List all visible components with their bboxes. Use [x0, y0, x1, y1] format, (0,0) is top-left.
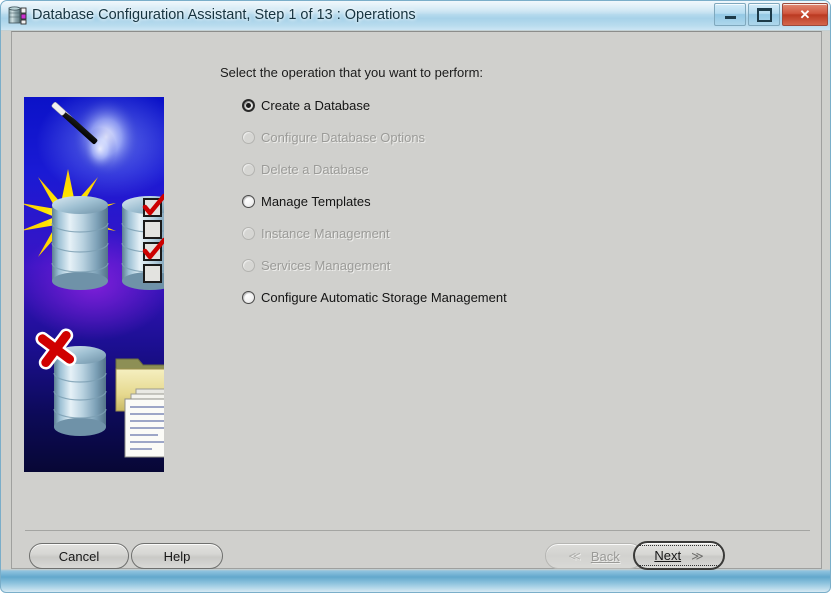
help-button-label: Help [163, 548, 191, 564]
radio-configure-automatic-storage-management[interactable]: Configure Automatic Storage Management [242, 281, 672, 313]
back-button-label: Back [590, 548, 620, 564]
close-icon: ✕ [799, 6, 811, 22]
page-title: Select the operation that you want to pe… [220, 65, 484, 80]
cancel-button[interactable]: Cancel [29, 543, 129, 569]
help-button[interactable]: Help [131, 543, 223, 569]
next-button-label: Next [654, 548, 682, 563]
radio-create-a-database[interactable]: Create a Database [242, 89, 672, 121]
chevron-left-icon: ≪ [568, 549, 581, 563]
maximize-icon [749, 4, 779, 25]
radio-manage-templates[interactable]: Manage Templates [242, 185, 672, 217]
radio-icon [242, 226, 255, 240]
footer-separator [25, 530, 810, 531]
radio-icon [242, 258, 255, 272]
radio-label: Configure Automatic Storage Management [261, 289, 507, 305]
radio-delete-a-database: Delete a Database [242, 153, 672, 185]
radio-instance-management: Instance Management [242, 217, 672, 249]
radio-label: Manage Templates [261, 193, 371, 209]
radio-icon [242, 194, 255, 208]
operation-radio-group: Create a Database Configure Database Opt… [242, 89, 672, 313]
dialog-client-area: Select the operation that you want to pe… [11, 31, 822, 570]
document-stack-icon [124, 388, 164, 458]
back-button: ≪ Back [545, 543, 643, 569]
radio-services-management: Services Management [242, 249, 672, 281]
window-title: Database Configuration Assistant, Step 1… [32, 7, 416, 23]
database-app-icon [8, 6, 28, 25]
radio-label: Services Management [261, 257, 391, 273]
titlebar[interactable]: Database Configuration Assistant, Step 1… [1, 1, 830, 30]
dialog-window: Database Configuration Assistant, Step 1… [0, 0, 831, 593]
radio-label: Configure Database Options [261, 129, 426, 145]
minimize-button[interactable] [714, 3, 746, 26]
radio-icon [242, 290, 255, 304]
radio-label: Delete a Database [261, 161, 369, 177]
minimize-icon [715, 4, 745, 25]
caption-buttons: ✕ [712, 3, 828, 26]
wizard-banner-image [24, 97, 164, 472]
next-button[interactable]: Next ≫ [633, 541, 725, 570]
radio-configure-database-options: Configure Database Options [242, 121, 672, 153]
radio-label: Create a Database [261, 97, 371, 113]
close-button[interactable]: ✕ [782, 3, 828, 26]
radio-label: Instance Management [261, 225, 390, 241]
checklist-icon [142, 193, 164, 283]
radio-icon [242, 162, 255, 176]
radio-icon [242, 98, 255, 112]
database-cylinder-icon [51, 196, 109, 290]
chevron-right-icon: ≫ [691, 548, 704, 563]
banner-artwork [24, 97, 164, 458]
maximize-button[interactable] [748, 3, 780, 26]
cancel-button-label: Cancel [58, 548, 100, 564]
red-x-icon [35, 328, 77, 370]
database-delete-icon [35, 328, 107, 436]
radio-icon [242, 130, 255, 144]
folder-documents-icon [115, 358, 164, 458]
